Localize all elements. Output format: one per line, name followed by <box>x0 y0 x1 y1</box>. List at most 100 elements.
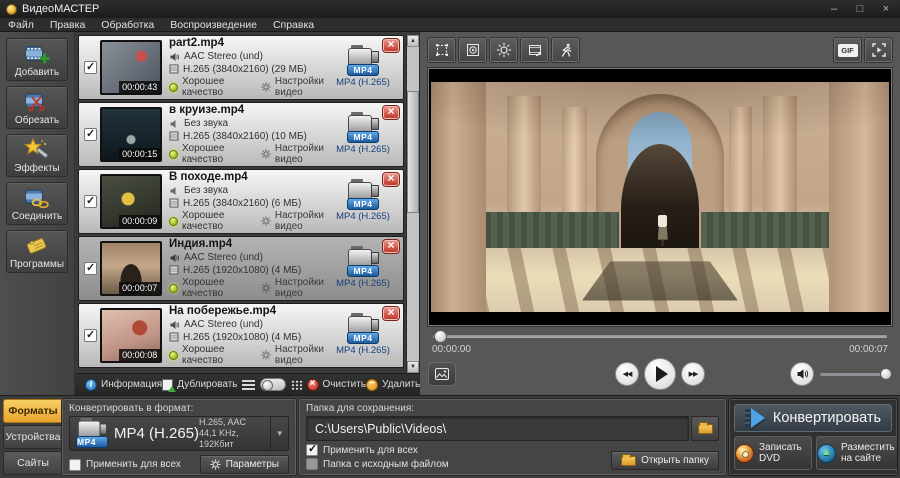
scroll-down-arrow[interactable]: ▼ <box>407 361 419 373</box>
title-bar: ВидеоМАСТЕР – □ × <box>0 0 900 18</box>
item-checkbox[interactable] <box>84 61 97 74</box>
gear-icon <box>261 216 271 226</box>
output-format[interactable]: MP4 MP4 (H.265) <box>327 315 399 356</box>
quality-indicator <box>169 284 178 293</box>
video-thumbnail[interactable]: 00:00:09 <box>100 174 162 229</box>
seek-thumb[interactable] <box>434 330 447 343</box>
scrollbar-thumb[interactable] <box>407 91 419 213</box>
clear-icon <box>307 379 319 391</box>
seek-bar[interactable] <box>428 329 892 344</box>
output-format[interactable]: MP4 MP4 (H.265) <box>327 114 399 155</box>
remove-item-button[interactable] <box>383 39 399 52</box>
video-thumbnail[interactable]: 00:00:08 <box>100 308 162 363</box>
crop-button[interactable] <box>428 38 455 62</box>
gif-label: GIF <box>838 44 858 57</box>
video-settings-link[interactable]: Настройки видео <box>261 344 327 366</box>
fullscreen-preview-button[interactable] <box>865 38 892 62</box>
gif-export-button[interactable]: GIF <box>834 38 861 62</box>
video-list-item-hike[interactable]: 00:00:09 В походе.mp4 Без звука H.265 (3… <box>78 169 404 234</box>
apply-all-format-checkbox[interactable]: Применить для всех <box>69 459 181 471</box>
tab-formats[interactable]: Форматы <box>3 399 62 423</box>
video-settings-link[interactable]: Настройки видео <box>261 143 327 165</box>
tab-sites[interactable]: Сайты <box>3 451 62 475</box>
seek-track[interactable] <box>433 335 887 338</box>
app-logo-icon <box>6 4 17 15</box>
open-folder-button[interactable]: Открыть папку <box>611 451 719 470</box>
remove-item-button[interactable] <box>383 307 399 320</box>
video-settings-link[interactable]: Настройки видео <box>261 76 327 98</box>
close-button[interactable]: × <box>878 3 894 15</box>
clear-button[interactable]: Очистить <box>307 379 367 391</box>
output-format[interactable]: MP4 MP4 (H.265) <box>327 248 399 289</box>
video-list-item-coast[interactable]: 00:00:08 На побережье.mp4 AAC Stereo (un… <box>78 303 404 368</box>
upload-site-button[interactable]: Разместить на сайте <box>816 436 898 470</box>
menu-file[interactable]: Файл <box>8 19 34 31</box>
previous-frame-button[interactable] <box>615 362 639 386</box>
watermark-button[interactable] <box>459 38 486 62</box>
remove-item-button[interactable] <box>383 173 399 186</box>
sidebar-item-trim[interactable]: Обрезать <box>6 86 68 129</box>
next-frame-button[interactable] <box>681 362 705 386</box>
video-list-item-india[interactable]: 00:00:07 Индия.mp4 AAC Stereo (und) H.26… <box>78 236 404 301</box>
play-button[interactable] <box>644 358 676 390</box>
video-preview[interactable] <box>428 68 892 326</box>
video-settings-link[interactable]: Настройки видео <box>261 210 327 232</box>
remove-item-button[interactable] <box>383 240 399 253</box>
convert-button[interactable]: Конвертировать <box>734 404 892 432</box>
item-checkbox[interactable] <box>84 128 97 141</box>
speaker-icon <box>169 52 180 62</box>
video-thumbnail[interactable]: 00:00:07 <box>100 241 162 296</box>
parameters-button[interactable]: Параметры <box>200 455 289 474</box>
video-info: H.265 (1920x1080) (4 МБ) <box>183 332 301 343</box>
browse-folder-button[interactable] <box>691 416 719 441</box>
volume-thumb[interactable] <box>880 368 892 380</box>
format-name: MP4 (H.265) <box>327 278 399 289</box>
format-dropdown-arrow[interactable] <box>270 417 288 450</box>
grid-view-icon[interactable] <box>291 380 303 390</box>
item-checkbox[interactable] <box>84 262 97 275</box>
format-name: MP4 (H.265) <box>327 345 399 356</box>
item-checkbox[interactable] <box>84 195 97 208</box>
apply-all-folder-checkbox[interactable]: Применить для всех <box>306 444 449 456</box>
video-list-item-cruise[interactable]: 00:00:15 в круизе.mp4 Без звука H.265 (3… <box>78 102 404 167</box>
minimize-button[interactable]: – <box>826 3 842 15</box>
burn-dvd-button[interactable]: Записать DVD <box>734 436 812 470</box>
format-selector[interactable]: MP4 MP4 (H.265) H.265, AAC 44,1 KHz, 192… <box>69 416 289 451</box>
info-button[interactable]: Информация <box>85 379 162 391</box>
duplicate-button[interactable]: Дублировать <box>162 379 237 391</box>
video-thumbnail[interactable]: 00:00:15 <box>100 107 162 162</box>
menu-edit[interactable]: Правка <box>50 19 85 31</box>
video-list: 00:00:43 part2.mp4 AAC Stereo (und) H.26… <box>75 32 406 373</box>
sidebar-item-effects[interactable]: Эффекты <box>6 134 68 177</box>
menu-playback[interactable]: Воспроизведение <box>170 19 257 31</box>
scroll-up-arrow[interactable]: ▲ <box>407 35 419 47</box>
brightness-button[interactable] <box>490 38 517 62</box>
item-checkbox[interactable] <box>84 329 97 342</box>
quality-label: Хорошее качество <box>182 344 243 366</box>
video-list-item-part2[interactable]: 00:00:43 part2.mp4 AAC Stereo (und) H.26… <box>78 35 404 100</box>
tab-devices[interactable]: Устройства <box>3 425 62 449</box>
volume-slider[interactable] <box>820 367 892 381</box>
sidebar-item-join[interactable]: Соединить <box>6 182 68 225</box>
video-thumbnail[interactable]: 00:00:43 <box>100 40 162 95</box>
delete-button[interactable]: Удалить <box>366 379 420 391</box>
video-info: H.265 (3840x2160) (10 МБ) <box>183 131 307 142</box>
video-settings-link[interactable]: Настройки видео <box>261 277 327 299</box>
source-folder-checkbox[interactable]: Папка с исходным файлом <box>306 458 449 470</box>
list-view-icon[interactable] <box>242 380 255 390</box>
output-format[interactable]: MP4 MP4 (H.265) <box>327 181 399 222</box>
view-toggle-switch[interactable] <box>260 378 286 391</box>
speed-button[interactable] <box>552 38 579 62</box>
save-path-input[interactable] <box>306 416 689 441</box>
rotate-video-button[interactable] <box>521 38 548 62</box>
output-format[interactable]: MP4 MP4 (H.265) <box>327 47 399 88</box>
remove-item-button[interactable] <box>383 106 399 119</box>
list-scrollbar[interactable]: ▲ ▼ <box>406 35 419 373</box>
runner-icon <box>558 42 574 58</box>
sidebar-item-add[interactable]: Добавить <box>6 38 68 81</box>
maximize-button[interactable]: □ <box>852 3 868 15</box>
menu-help[interactable]: Справка <box>273 19 314 31</box>
sidebar-item-programs[interactable]: Программы <box>6 230 68 273</box>
bottom-bar: Форматы Устройства Сайты Конвертировать … <box>0 395 900 478</box>
menu-processing[interactable]: Обработка <box>101 19 154 31</box>
